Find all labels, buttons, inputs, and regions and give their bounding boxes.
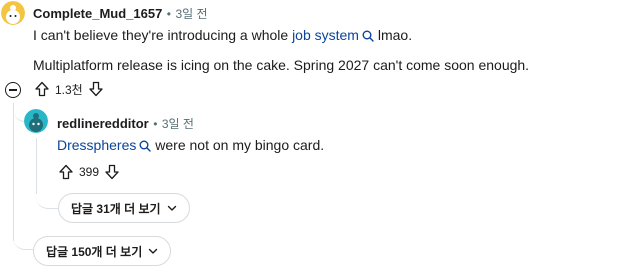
- more-replies-label: 답글 150개 더 보기: [46, 244, 143, 259]
- comment-body-line1: I can't believe they're introducing a wh…: [33, 26, 412, 46]
- comment-body-line2: Multiplatform release is icing on the ca…: [33, 57, 530, 73]
- timestamp[interactable]: 3일 전: [175, 7, 207, 21]
- meta-dot: •: [153, 117, 158, 131]
- chevron-down-icon: [148, 246, 158, 256]
- search-link[interactable]: job system: [292, 27, 374, 43]
- vote-row: 399: [56, 162, 122, 182]
- comment-body: Dresspheres were not on my bingo card.: [57, 136, 324, 156]
- comment-header: redlineredditor • 3일 전: [57, 115, 194, 133]
- username[interactable]: Complete_Mud_1657: [33, 6, 162, 21]
- upvote-icon[interactable]: [56, 162, 76, 182]
- magnify-icon: [139, 138, 152, 156]
- meta-dot: •: [166, 7, 171, 21]
- thread-curve-31: [36, 192, 58, 209]
- comment-text: I can't believe they're introducing a wh…: [33, 27, 293, 43]
- chevron-down-icon: [167, 203, 177, 213]
- downvote-icon[interactable]: [102, 162, 122, 182]
- comment-text: were not on my bingo card.: [151, 137, 325, 153]
- avatar[interactable]: [1, 1, 25, 25]
- avatar[interactable]: [24, 109, 48, 133]
- search-link[interactable]: Dresspheres: [57, 137, 152, 156]
- thread-curve-150: [13, 232, 33, 250]
- comment-header: Complete_Mud_1657 • 3일 전: [33, 5, 208, 23]
- search-link-label: job system: [292, 27, 359, 43]
- vote-count: 399: [79, 165, 100, 179]
- more-replies-label: 답글 31개 더 보기: [71, 201, 161, 216]
- search-link-label: Dresspheres: [57, 137, 137, 153]
- thread-line-main: [13, 103, 14, 241]
- comment-text: lmao.: [373, 27, 413, 43]
- username[interactable]: redlineredditor: [57, 116, 149, 131]
- magnify-icon: [362, 28, 374, 46]
- more-replies-button[interactable]: 답글 31개 더 보기: [58, 193, 190, 223]
- downvote-icon[interactable]: [86, 79, 106, 99]
- vote-count: 1.3천: [55, 82, 83, 97]
- timestamp[interactable]: 3일 전: [162, 117, 194, 131]
- vote-row: 1.3천: [32, 79, 106, 99]
- more-replies-button[interactable]: 답글 150개 더 보기: [33, 236, 172, 266]
- collapse-icon[interactable]: [5, 82, 21, 98]
- upvote-icon[interactable]: [32, 79, 52, 99]
- thread-line-child: [36, 138, 37, 194]
